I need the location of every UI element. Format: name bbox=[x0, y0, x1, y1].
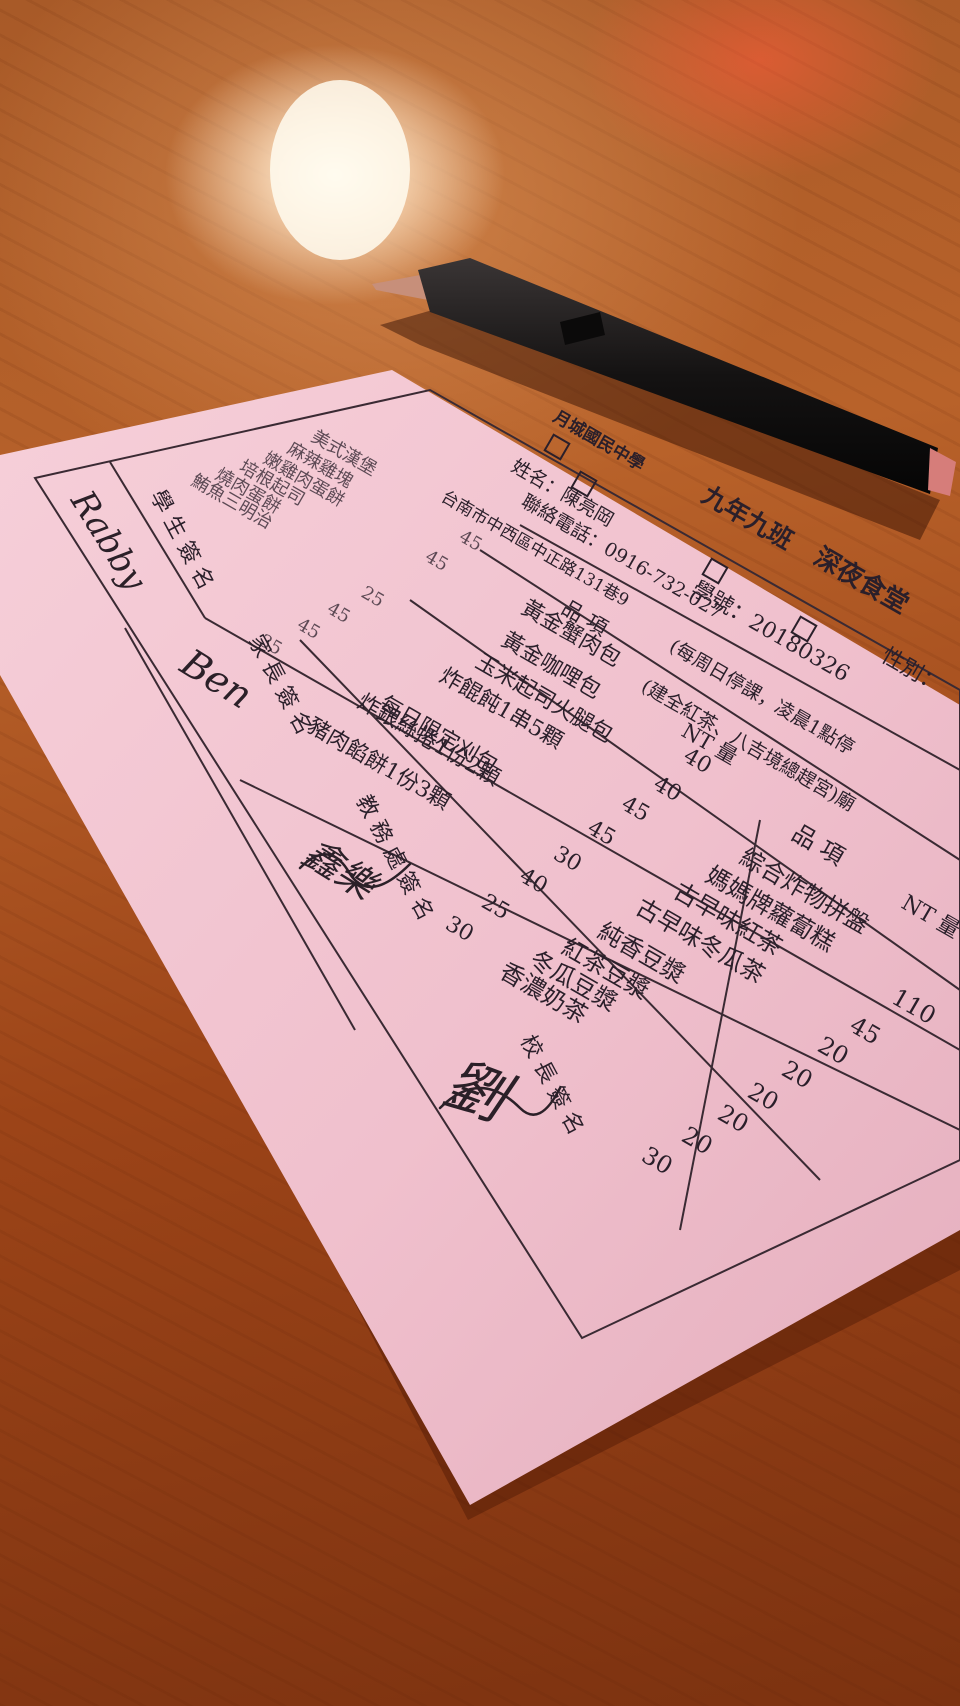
form-title: 深夜食堂 bbox=[809, 541, 915, 620]
photo-scene: 月城國民中學 九年九班 深夜食堂 學號：20180326 性別： 姓名：陳亮岡 … bbox=[0, 80, 960, 1520]
light-glare bbox=[270, 80, 410, 260]
pen-end-cap bbox=[928, 448, 956, 496]
pen-nib bbox=[372, 275, 428, 300]
class-name: 九年九班 bbox=[696, 480, 798, 556]
